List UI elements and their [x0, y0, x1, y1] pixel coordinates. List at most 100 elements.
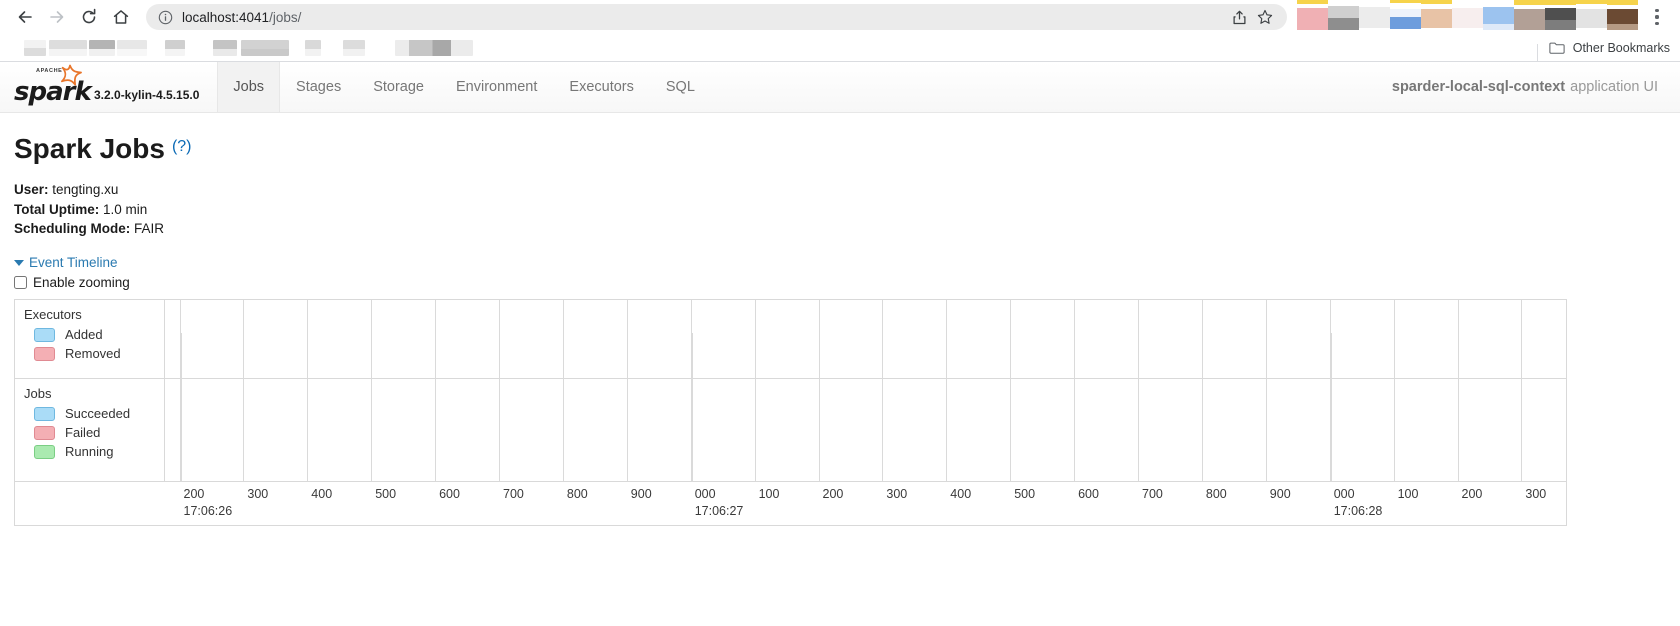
timeline-gridline	[882, 300, 884, 482]
axis-tick-second: 17:06:28	[1333, 503, 1383, 518]
axis-tick: 300	[247, 482, 268, 501]
axis-tick-ms: 200	[1461, 487, 1483, 502]
tab-environment[interactable]: Environment	[440, 62, 553, 112]
bookmark-item[interactable]	[24, 39, 46, 56]
back-button[interactable]	[10, 2, 40, 32]
tab-label: Jobs	[233, 79, 265, 95]
spark-navbar: APACHE spark 3.2.0-kylin-4.5.15.0 Jobs S…	[0, 62, 1680, 113]
meta-scheduling-mode-key: Scheduling Mode:	[14, 221, 131, 237]
address-bar[interactable]: localhost:4041/jobs/	[146, 4, 1287, 30]
bookmark-item[interactable]	[49, 39, 87, 56]
axis-tick-ms: 700	[503, 487, 524, 502]
page-title: Spark Jobs (?)	[14, 133, 1666, 165]
meta-scheduling-mode: Scheduling Mode: FAIR	[14, 219, 1666, 239]
application-title: sparder-local-sql-context application UI	[1392, 62, 1680, 112]
meta-user-key: User:	[14, 182, 49, 198]
timeline-axis-gutter	[15, 482, 165, 525]
bookmark-item[interactable]	[305, 39, 321, 56]
axis-tick: 300	[1525, 482, 1546, 501]
axis-tick: 200 17:06:26	[184, 482, 233, 517]
extension-icon-blurred[interactable]	[1607, 0, 1638, 34]
bookmark-item[interactable]	[241, 39, 289, 56]
extension-icon-blurred[interactable]	[1545, 0, 1576, 34]
axis-tick: 200	[823, 482, 844, 501]
extension-icon-blurred[interactable]	[1328, 0, 1359, 34]
timeline-major-gridline	[1330, 333, 1332, 483]
timeline-axis: 200 17:06:26 300 400 500 600 700 800 900 000 17:06…	[15, 333, 1566, 525]
extension-icons-strip	[1297, 0, 1638, 34]
application-title-suffix: application UI	[1570, 79, 1658, 95]
legend-group-title: Jobs	[24, 386, 52, 402]
bookmark-item[interactable]	[343, 39, 365, 56]
swatch-removed	[34, 346, 55, 361]
home-button[interactable]	[106, 2, 136, 32]
other-bookmarks-entry[interactable]: Other Bookmarks	[1536, 41, 1670, 62]
swatch-added	[34, 327, 55, 342]
axis-tick-ms: 400	[950, 487, 972, 502]
extension-icon-blurred[interactable]	[1390, 0, 1421, 34]
timeline-gridline	[1521, 300, 1523, 482]
site-info-icon[interactable]	[158, 10, 173, 25]
extension-icon-blurred[interactable]	[1359, 0, 1390, 34]
axis-tick-ms: 900	[630, 487, 652, 502]
browser-toolbar: localhost:4041/jobs/	[0, 0, 1680, 34]
extension-icon-blurred[interactable]	[1514, 0, 1545, 34]
legend-item-job-running: Running	[24, 442, 164, 461]
axis-tick-ms: 300	[247, 487, 269, 502]
tab-label: SQL	[665, 79, 695, 95]
tab-executors[interactable]: Executors	[553, 62, 649, 112]
axis-tick-ms: 600	[1078, 487, 1099, 502]
bookmark-item[interactable]	[395, 39, 473, 56]
three-dot-menu-icon	[1655, 15, 1659, 19]
browser-chrome: localhost:4041/jobs/ Other Bookmarks	[0, 0, 1680, 62]
tab-stages[interactable]: Stages	[280, 62, 357, 112]
timeline-grid-area[interactable]	[165, 300, 1566, 482]
axis-tick-ms: 000	[1333, 487, 1355, 502]
bookmark-item[interactable]	[213, 39, 237, 56]
bookmark-item[interactable]	[89, 39, 115, 56]
browser-menu-button[interactable]	[1644, 2, 1670, 32]
page-title-text: Spark Jobs	[14, 133, 165, 164]
bookmark-button[interactable]	[1253, 5, 1277, 29]
event-timeline-toggle[interactable]: Event Timeline	[14, 255, 118, 270]
enable-zooming-checkbox[interactable]	[14, 276, 27, 290]
axis-tick: 800	[1206, 482, 1227, 501]
spark-brand-link[interactable]: APACHE spark 3.2.0-kylin-4.5.15.0	[0, 62, 213, 112]
event-timeline-widget[interactable]: Executors Added Removed Jobs Succeeded F…	[14, 299, 1567, 527]
url-path: /jobs/	[269, 9, 302, 25]
timeline-gridline	[1265, 300, 1267, 482]
timeline-gridline	[1010, 300, 1012, 482]
extension-icon-blurred[interactable]	[1483, 0, 1514, 34]
spark-nav-tabs: Jobs Stages Storage Environment Executor…	[217, 62, 711, 112]
axis-tick: 500	[1014, 482, 1035, 501]
extension-icon-blurred[interactable]	[1297, 0, 1328, 34]
extension-icon-blurred[interactable]	[1576, 0, 1607, 34]
axis-tick: 400	[950, 482, 971, 501]
enable-zooming-row: Enable zooming	[14, 275, 1666, 290]
axis-tick-ms: 800	[1205, 487, 1227, 502]
reload-icon	[82, 8, 96, 24]
axis-tick: 700	[1142, 482, 1163, 501]
help-link[interactable]: (?)	[172, 138, 192, 156]
spark-logo: APACHE spark	[14, 64, 92, 105]
timeline-gridline	[946, 300, 948, 482]
axis-tick: 600	[439, 482, 460, 501]
extension-icon-blurred[interactable]	[1452, 0, 1483, 34]
bookmark-item[interactable]	[165, 39, 185, 56]
home-icon	[113, 10, 129, 24]
job-summary-meta: User: tengting.xu Total Uptime: 1.0 min …	[14, 180, 1666, 239]
tab-storage[interactable]: Storage	[357, 62, 440, 112]
bookmark-item[interactable]	[117, 39, 147, 56]
forward-button[interactable]	[42, 2, 72, 32]
tab-sql[interactable]: SQL	[650, 62, 711, 112]
axis-tick-ms: 500	[1014, 487, 1036, 502]
axis-tick-ms: 500	[375, 487, 397, 502]
tab-jobs[interactable]: Jobs	[217, 62, 281, 112]
meta-scheduling-mode-value: FAIR	[134, 221, 165, 237]
swatch-failed	[34, 425, 55, 440]
three-dot-menu-icon	[1655, 9, 1659, 13]
spark-version-label: 3.2.0-kylin-4.5.15.0	[94, 88, 200, 102]
extension-icon-blurred[interactable]	[1421, 0, 1452, 34]
share-button[interactable]	[1227, 5, 1251, 29]
reload-button[interactable]	[74, 2, 104, 32]
